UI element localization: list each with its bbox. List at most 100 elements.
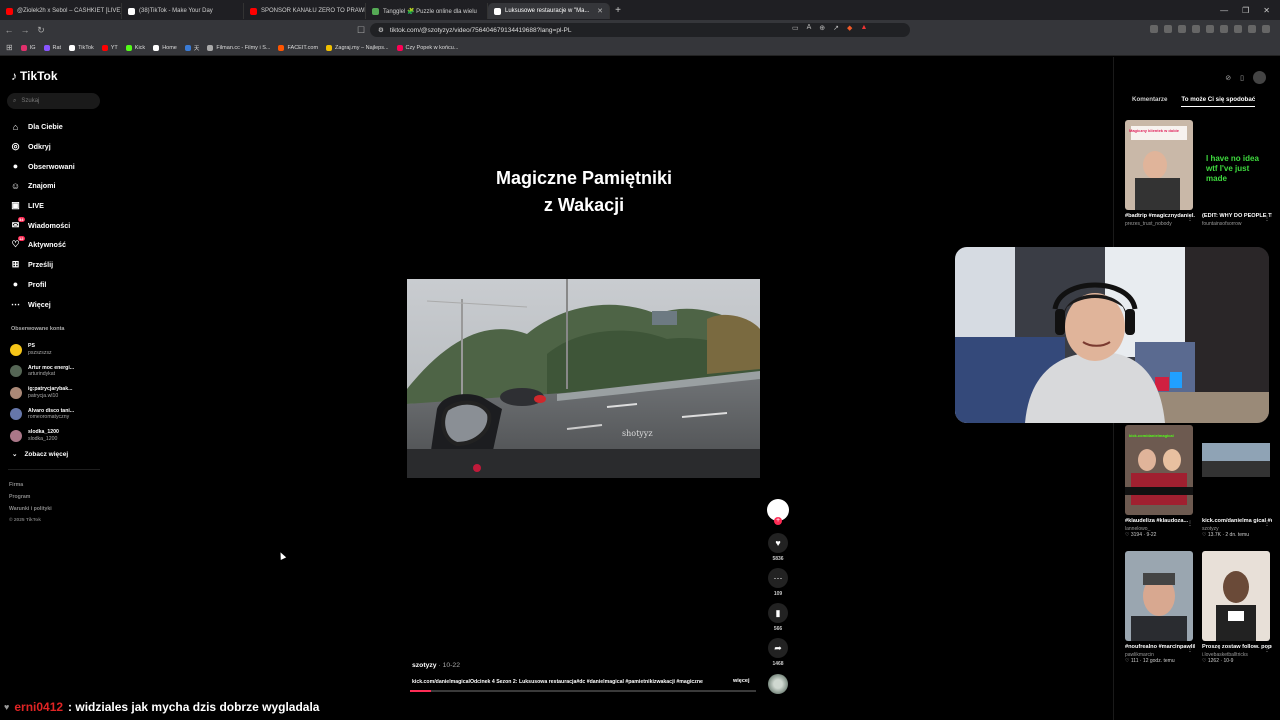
cast-icon[interactable]: ▭ (792, 24, 799, 32)
user-avatar[interactable] (1253, 71, 1266, 84)
card-menu-icon[interactable]: ⋮ (1187, 520, 1193, 527)
sidebar-item-wiadomo-ci[interactable]: ✉ 34 Wiadomości (10, 215, 75, 235)
site-info-icon[interactable]: ⚙ (378, 26, 384, 34)
extension-icon[interactable] (1192, 25, 1200, 33)
video-author[interactable]: szotyzy · 10-22 (412, 662, 460, 669)
suggested-video-card[interactable]: Magiczny klientek w dobie #badtrip #magic… (1125, 120, 1195, 227)
reload-icon[interactable]: ↻ (34, 25, 48, 36)
video-frame[interactable]: shotyyz (407, 279, 760, 478)
tab-comments[interactable]: Komentarze (1132, 96, 1167, 107)
followed-account[interactable]: slodka_1200 slodka_1200 (10, 425, 74, 447)
bookmark-item[interactable]: 天 (184, 44, 199, 52)
footer-link-terms[interactable]: Warunki i polityki (9, 503, 52, 515)
card-menu-icon[interactable]: ⋮ (1187, 215, 1193, 222)
search-input[interactable]: ⌕ Szukaj (7, 93, 100, 109)
heart-icon[interactable]: ♥ (768, 533, 788, 553)
bookmark-star-icon[interactable]: ☐ (354, 25, 368, 36)
device-icon[interactable]: ▯ (1240, 74, 1244, 82)
browser-tab[interactable]: Tangglel 🧩 Puzzle online dla wielu (366, 3, 488, 19)
tab-suggested[interactable]: To może Ci się spodobać (1181, 96, 1256, 107)
browser-tab[interactable]: Luksusowe restauracje w "Ma... ✕ (488, 3, 610, 19)
video-progress-bar[interactable] (410, 690, 756, 692)
browser-tab[interactable]: (38)TikTok - Make Your Day (122, 3, 244, 19)
browser-tab[interactable]: SPONSOR KANAŁU ZERO TO PRAWIE (244, 3, 366, 19)
sidebar-item-obserwowani[interactable]: ● Obserwowani (10, 156, 75, 176)
compass-icon[interactable]: ⊘ (1225, 74, 1231, 82)
tiktok-logo[interactable]: ♪ TikTok (11, 69, 58, 83)
close-icon[interactable]: ✕ (1263, 6, 1270, 15)
see-more-button[interactable]: ⌄ Zobacz więcej (12, 450, 68, 459)
comment-action[interactable]: ⋯ 109 (766, 568, 790, 597)
sidebar-item-odkryj[interactable]: ◎ Odkryj (10, 137, 75, 157)
share-icon[interactable]: ↗ (833, 24, 839, 32)
footer-link-company[interactable]: Firma (9, 479, 52, 491)
followed-account[interactable]: PS pszszszsz (10, 339, 74, 361)
extension-icon[interactable] (1248, 25, 1256, 33)
bookmark-item[interactable]: YT (101, 44, 118, 51)
translate-icon[interactable]: A (807, 24, 812, 32)
suggested-video-card[interactable]: I have no idea wtf I've just made (EDIT: … (1202, 120, 1272, 227)
bookmark-item[interactable]: Zagraj.my – Najleps... (326, 44, 389, 51)
save-action[interactable]: ▮ 566 (766, 603, 790, 632)
followed-account[interactable]: ig:patrycjarybak... patrycja.wl10 (10, 382, 74, 404)
brave-shield-icon[interactable]: ◆ (847, 24, 852, 32)
followed-account[interactable]: Artur moc energi... arturindykat (10, 361, 74, 383)
card-menu-icon[interactable]: ⋮ (1264, 215, 1270, 222)
share-action[interactable]: ➦ 1468 (766, 638, 790, 667)
followed-account[interactable]: Alvaro disco tani... romeoromatyczny (10, 404, 74, 426)
caption-more-link[interactable]: więcej (733, 678, 750, 684)
sidebar-item-profil[interactable]: ● Profil (10, 275, 75, 295)
card-menu-icon[interactable]: ⋮ (1264, 520, 1270, 527)
video-thumbnail[interactable]: kick.com/danielmagical (1125, 425, 1193, 515)
bookmark-item[interactable]: Filman.cc - Filmy i S... (207, 44, 270, 51)
forward-icon[interactable]: → (18, 25, 32, 35)
suggested-video-card[interactable]: Proszę zostaw follow. poprzedn...⋮i.love… (1202, 551, 1272, 664)
sidebar-item-wi-cej[interactable]: ⋯ Więcej (10, 294, 75, 314)
bookmark-item[interactable]: TikTok (69, 44, 94, 51)
bookmark-icon[interactable]: ▮ (768, 603, 788, 623)
sidebar-item-live[interactable]: ▣ LIVE (10, 196, 75, 216)
apps-grid-icon[interactable]: ⊞ (6, 43, 13, 52)
browser-tab[interactable]: @Ziolek2h x Sebol – CASHKIET [LIVE] (0, 3, 122, 19)
zoom-icon[interactable]: ⊕ (819, 24, 825, 32)
sidebar-item-aktywno-[interactable]: ♡ 12 Aktywność (10, 235, 75, 255)
extension-icon[interactable] (1234, 25, 1242, 33)
new-tab-button[interactable]: + (610, 5, 626, 16)
minimize-icon[interactable]: — (1220, 6, 1228, 15)
music-disc-icon[interactable] (768, 674, 788, 694)
maximize-icon[interactable]: ❐ (1242, 6, 1249, 15)
suggested-video-card[interactable]: kick.com/danielmagical #klaudeliza #klaud… (1125, 425, 1195, 538)
card-menu-icon[interactable]: ⋮ (1264, 646, 1270, 653)
video-thumbnail[interactable]: I have no idea wtf I've just made (1202, 120, 1270, 210)
sidebar-item-dla-ciebie[interactable]: ⌂ Dla Ciebie (10, 117, 75, 137)
video-thumbnail[interactable] (1202, 425, 1270, 515)
bookmark-item[interactable]: FACEIT.com (278, 44, 318, 51)
back-icon[interactable]: ← (2, 25, 16, 35)
extension-icon[interactable] (1150, 25, 1158, 33)
like-action[interactable]: ♥ 5836 (766, 533, 790, 562)
comment-icon[interactable]: ⋯ (768, 568, 788, 588)
extension-icon[interactable] (1164, 25, 1172, 33)
sidebar-item-prze-lij[interactable]: ⊞ Prześlij (10, 255, 75, 275)
extension-icon[interactable] (1220, 25, 1228, 33)
bookmark-item[interactable]: IG (20, 44, 36, 51)
brave-rewards-icon[interactable]: ▲ (860, 24, 867, 32)
card-menu-icon[interactable]: ⋮ (1187, 646, 1193, 653)
video-thumbnail[interactable]: Magiczny klientek w dobie (1125, 120, 1193, 210)
share-arrow-icon[interactable]: ➦ (768, 638, 788, 658)
suggested-video-card[interactable]: #noufrealno #marcinpawlik... ⋮ pawlikmarci… (1125, 551, 1195, 664)
bookmark-item[interactable]: Home (153, 44, 177, 51)
footer-link-program[interactable]: Program (9, 491, 52, 503)
sidebar-item-znajomi[interactable]: ☺ Znajomi (10, 176, 75, 196)
author-avatar-follow-button[interactable] (767, 499, 789, 525)
extension-icon[interactable] (1206, 25, 1214, 33)
video-thumbnail[interactable] (1202, 551, 1270, 641)
tab-close-icon[interactable]: ✕ (597, 7, 603, 15)
bookmark-item[interactable]: Rat (43, 44, 61, 51)
video-thumbnail[interactable] (1125, 551, 1193, 641)
extension-icon[interactable] (1178, 25, 1186, 33)
menu-icon[interactable] (1262, 25, 1270, 33)
suggested-video-card[interactable]: kick.com/danielma gical #dc #skoli...⋮sz… (1202, 425, 1272, 538)
bookmark-item[interactable]: Kick (125, 44, 145, 51)
bookmark-item[interactable]: Czy Popek w końcu... (396, 44, 458, 51)
